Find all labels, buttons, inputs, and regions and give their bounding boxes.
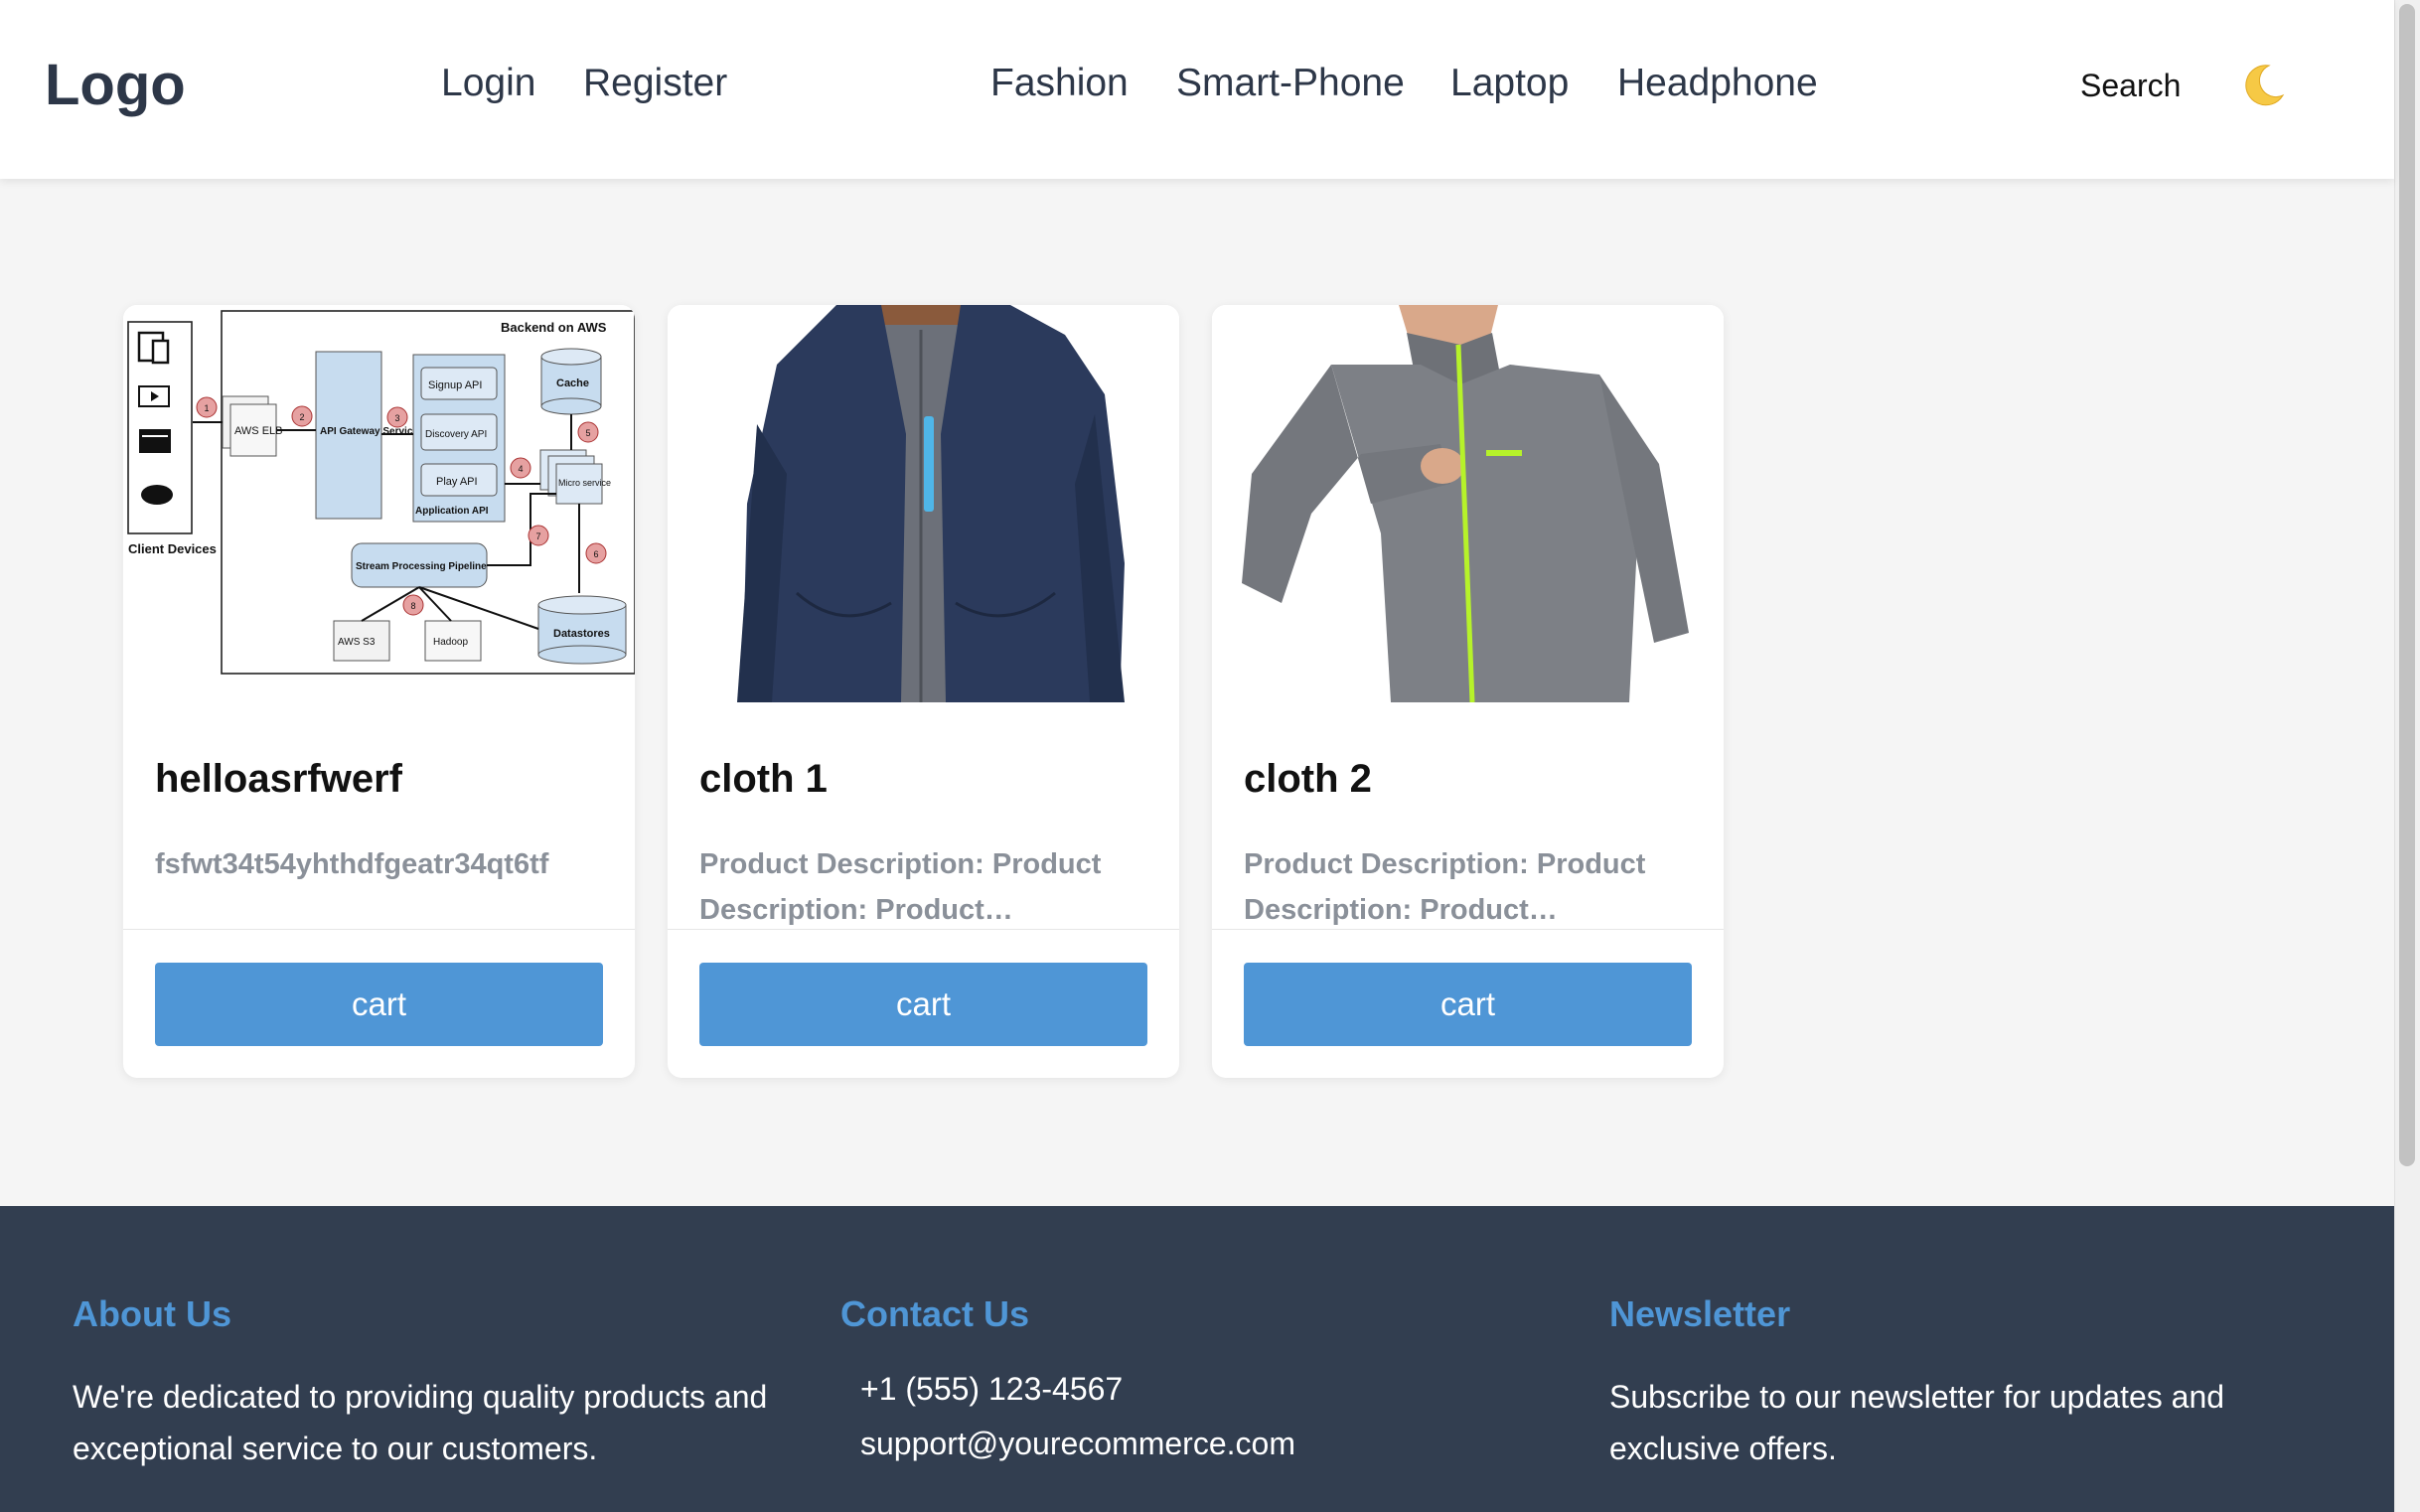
signup-api-label: Signup API <box>428 379 482 391</box>
step-1: 1 <box>204 403 209 413</box>
nav-fashion[interactable]: Fashion <box>990 62 1129 105</box>
site-footer: About Us We're dedicated to providing qu… <box>0 1206 2394 1512</box>
step-6: 6 <box>593 549 598 559</box>
footer-about: About Us We're dedicated to providing qu… <box>73 1293 808 1474</box>
scrollbar[interactable] <box>2394 0 2420 1512</box>
contact-phone[interactable]: +1 (555) 123-4567 <box>860 1371 1536 1408</box>
about-heading: About Us <box>73 1293 231 1334</box>
stream-pipeline-label: Stream Processing Pipeline <box>356 561 487 572</box>
register-link[interactable]: Register <box>583 62 727 105</box>
product-card: cloth 2 Product Description: Product Des… <box>1212 305 1724 1078</box>
logo[interactable]: Logo <box>45 52 186 118</box>
nav-headphone[interactable]: Headphone <box>1617 62 1818 105</box>
newsletter-text: Subscribe to our newsletter for updates … <box>1609 1379 2225 1466</box>
datastores-label: Datastores <box>553 628 610 640</box>
step-7: 7 <box>535 531 540 541</box>
product-image-architecture-diagram[interactable]: Client Devices Backend on AWS AWS ELB AP… <box>123 305 635 702</box>
product-description: Product Description: Product Description… <box>1244 848 1646 926</box>
contact-email[interactable]: support@yourecommerce.com <box>860 1426 1536 1462</box>
step-3: 3 <box>394 413 399 423</box>
card-divider <box>668 929 1179 930</box>
step-2: 2 <box>299 412 304 422</box>
aws-elb-label: AWS ELB <box>234 425 283 437</box>
add-to-cart-button[interactable]: cart <box>699 963 1147 1046</box>
contact-heading: Contact Us <box>840 1293 1030 1334</box>
site-header: Logo Login Register Fashion Smart-Phone … <box>0 0 2394 179</box>
product-image-navy-jacket[interactable] <box>668 305 1179 702</box>
product-title[interactable]: cloth 2 <box>1244 757 1372 802</box>
step-8: 8 <box>410 601 415 611</box>
nav-smart-phone[interactable]: Smart-Phone <box>1176 62 1405 105</box>
product-grid: Client Devices Backend on AWS AWS ELB AP… <box>0 179 2394 1206</box>
product-description: Product Description: Product Description… <box>699 848 1102 926</box>
footer-newsletter: Newsletter Subscribe to our newsletter f… <box>1609 1293 2305 1474</box>
api-gateway-label: API Gateway Service <box>320 426 418 437</box>
page: Logo Login Register Fashion Smart-Phone … <box>0 0 2420 1512</box>
application-api-label: Application API <box>415 506 489 517</box>
scrollbar-thumb[interactable] <box>2399 4 2415 1166</box>
card-divider <box>123 929 635 930</box>
client-devices-label: Client Devices <box>128 541 217 556</box>
newsletter-heading: Newsletter <box>1609 1293 1791 1334</box>
card-divider <box>1212 929 1724 930</box>
product-image-grey-jacket[interactable] <box>1212 305 1724 702</box>
login-link[interactable]: Login <box>441 62 535 105</box>
cache-label: Cache <box>556 378 589 389</box>
add-to-cart-button[interactable]: cart <box>155 963 603 1046</box>
nav-laptop[interactable]: Laptop <box>1450 62 1569 105</box>
about-text: We're dedicated to providing quality pro… <box>73 1379 768 1466</box>
footer-contact: Contact Us +1 (555) 123-4567 support@you… <box>840 1293 1536 1462</box>
aws-s3-label: AWS S3 <box>338 637 376 648</box>
product-title[interactable]: cloth 1 <box>699 757 828 802</box>
play-api-label: Play API <box>436 476 478 488</box>
product-description: fsfwt34t54yhthdfgeatr34qt6tf <box>155 848 549 880</box>
hadoop-label: Hadoop <box>433 637 468 648</box>
product-title[interactable]: helloasrfwerf <box>155 757 402 802</box>
product-card: cloth 1 Product Description: Product Des… <box>668 305 1179 1078</box>
add-to-cart-button[interactable]: cart <box>1244 963 1692 1046</box>
moon-icon[interactable] <box>2239 62 2287 109</box>
step-5: 5 <box>585 428 590 438</box>
product-card: Client Devices Backend on AWS AWS ELB AP… <box>123 305 635 1078</box>
backend-heading: Backend on AWS <box>501 320 607 335</box>
step-4: 4 <box>518 464 523 474</box>
micro-service-label: Micro service <box>558 478 611 488</box>
search-button[interactable]: Search <box>2080 68 2181 104</box>
discovery-api-label: Discovery API <box>425 429 487 440</box>
